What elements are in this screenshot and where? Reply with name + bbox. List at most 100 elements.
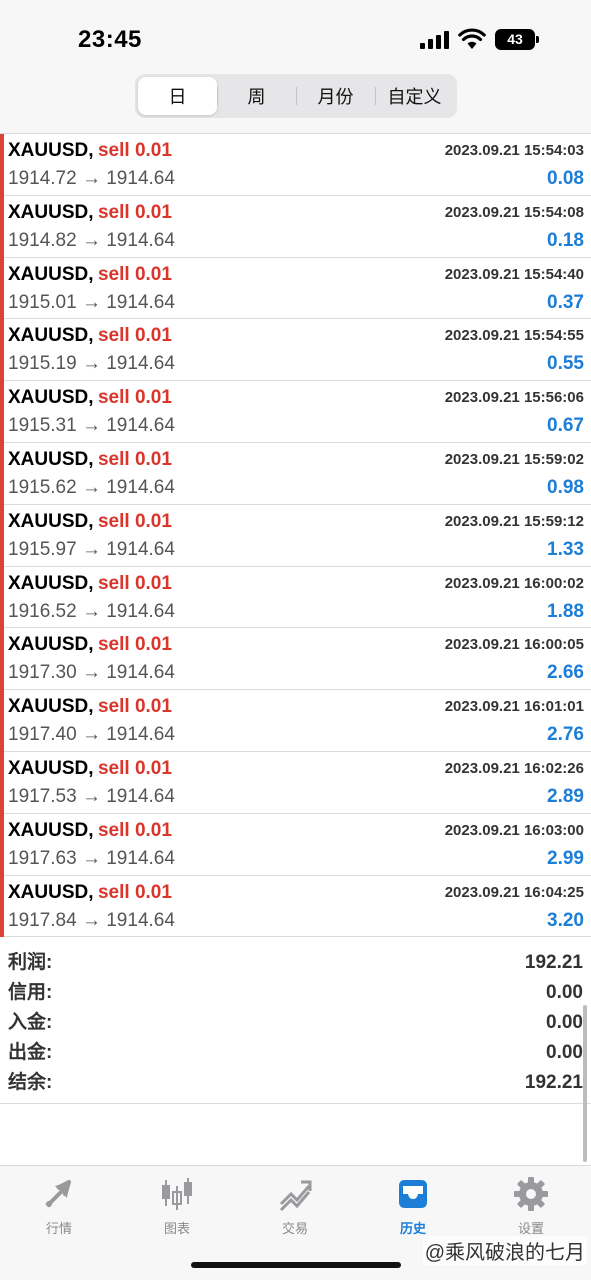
summary-profit: 利润: 192.21 [0,948,591,978]
trade-datetime: 2023.09.21 15:54:03 [444,142,584,159]
trade-row[interactable]: XAUUSD, sell 0.01 2023.09.21 16:00:02 191… [0,566,591,629]
trade-symbol: XAUUSD, [8,757,94,779]
trade-prices: 1915.97 → 1914.64 [8,538,175,560]
trade-prices: 1914.82 → 1914.64 [8,229,175,251]
vertical-scrollbar[interactable] [583,1005,587,1162]
trade-profit: 0.67 [547,415,584,437]
summary-label: 信用: [8,982,53,1003]
tab-label: 交易 [281,1221,308,1236]
tab-label: 图表 [163,1221,190,1236]
trade-datetime: 2023.09.21 15:59:12 [444,512,584,530]
trade-side: sell 0.01 [97,387,172,409]
trade-profit: 1.33 [547,538,584,560]
tab-label: 行情 [45,1221,72,1236]
trade-row[interactable]: XAUUSD, sell 0.01 2023.09.21 16:00:05 191… [0,628,591,691]
summary-value: 192.21 [524,952,583,973]
summary-value: 0.00 [546,1042,583,1063]
tab-quotes[interactable]: 行情 [0,1176,118,1240]
trade-datetime: 2023.09.21 15:54:08 [444,203,584,221]
trade-symbol: XAUUSD, [8,263,94,285]
watermark-text: @乘风破浪的七月 [422,1236,587,1265]
wifi-icon [458,28,486,49]
gear-icon [514,1177,548,1211]
trade-prices: 1917.63 → 1914.64 [8,847,175,869]
trade-row[interactable]: XAUUSD, sell 0.01 2023.09.21 15:59:02 191… [0,442,591,505]
period-segmented-control: 日 周 月份 自定义 [135,74,457,118]
trade-datetime: 2023.09.21 16:04:25 [444,883,584,901]
trade-side: sell 0.01 [97,510,172,532]
tab-history[interactable]: 历史 [354,1176,472,1240]
trade-profit: 0.55 [547,353,584,375]
summary-label: 利润: [8,952,53,973]
tab-day[interactable]: 日 [138,77,217,115]
trade-row[interactable]: XAUUSD, sell 0.01 2023.09.21 15:54:03 191… [0,134,591,196]
summary-value: 0.00 [546,982,583,1003]
trade-prices: 1917.30 → 1914.64 [8,662,175,684]
trade-history-list: XAUUSD, sell 0.01 2023.09.21 15:54:03 191… [0,134,591,938]
trade-row[interactable]: XAUUSD, sell 0.01 2023.09.21 15:56:06 191… [0,381,591,443]
trade-datetime: 2023.09.21 16:03:00 [444,821,584,839]
trade-side: sell 0.01 [97,325,172,347]
trade-row[interactable]: XAUUSD, sell 0.01 2023.09.21 16:03:00 191… [0,813,591,876]
trade-row[interactable]: XAUUSD, sell 0.01 2023.09.21 16:04:25 191… [0,875,591,938]
trade-symbol: XAUUSD, [8,387,94,409]
trade-prices: 1917.40 → 1914.64 [8,724,175,746]
account-summary: 利润: 192.21 信用: 0.00 入金: 0.00 出金: 0.00 结余: 192… [0,948,591,1104]
trade-datetime: 2023.09.21 15:56:06 [444,389,584,407]
trade-datetime: 2023.09.21 15:54:40 [444,265,584,283]
trade-datetime: 2023.09.21 16:02:26 [444,759,584,777]
history-inbox-icon [399,1180,427,1208]
summary-deposit: 入金: 0.00 [0,1008,591,1038]
trade-datetime: 2023.09.21 15:54:55 [444,327,584,345]
trade-prices: 1917.53 → 1914.64 [8,785,175,807]
trade-datetime: 2023.09.21 16:00:02 [444,574,584,592]
trade-prices: 1915.62 → 1914.64 [8,476,175,498]
trade-symbol: XAUUSD, [8,634,94,656]
trade-profit: 0.18 [547,229,584,251]
trade-side: sell 0.01 [97,634,172,656]
summary-value: 192.21 [524,1072,583,1093]
trade-side: sell 0.01 [97,201,172,223]
trade-symbol: XAUUSD, [8,510,94,532]
top-header: 23:45 43 日 周 月份 自定义 [0,0,591,134]
trade-row[interactable]: XAUUSD, sell 0.01 2023.09.21 16:02:26 191… [0,751,591,814]
battery-icon: 43 [495,29,539,50]
trade-side: sell 0.01 [97,263,172,285]
trade-side: sell 0.01 [97,819,172,841]
trade-row[interactable]: XAUUSD, sell 0.01 2023.09.21 16:01:01 191… [0,690,591,752]
tab-label: 历史 [399,1221,426,1236]
tab-week[interactable]: 周 [217,77,296,115]
tab-trade[interactable]: 交易 [236,1176,354,1240]
trade-profit: 2.99 [547,847,584,869]
trade-symbol: XAUUSD, [8,881,94,903]
trade-prices: 1915.31 → 1914.64 [8,415,175,437]
trade-side: sell 0.01 [97,448,172,470]
trade-datetime: 2023.09.21 15:59:02 [444,450,584,468]
trade-symbol: XAUUSD, [8,201,94,223]
status-time: 23:45 [78,26,142,53]
summary-label: 出金: [8,1042,53,1063]
tab-chart[interactable]: 图表 [118,1176,236,1240]
trade-side: sell 0.01 [97,140,172,161]
trade-datetime: 2023.09.21 16:01:01 [444,698,584,716]
candlestick-chart-icon [162,1178,192,1210]
trade-profit: 0.37 [547,291,584,313]
trade-symbol: XAUUSD, [8,325,94,347]
tab-settings[interactable]: 设置 [472,1176,590,1240]
trade-prices: 1917.84 → 1914.64 [8,909,175,931]
trade-prices: 1914.72 → 1914.64 [8,168,175,189]
tab-custom[interactable]: 自定义 [375,77,454,115]
trade-profit: 0.98 [547,476,584,498]
trade-side: sell 0.01 [97,881,172,903]
trade-profit: 2.76 [547,724,584,746]
tab-month[interactable]: 月份 [296,77,375,115]
trade-prices: 1916.52 → 1914.64 [8,600,175,622]
trade-datetime: 2023.09.21 16:00:05 [444,636,584,654]
trade-row[interactable]: XAUUSD, sell 0.01 2023.09.21 15:59:12 191… [0,504,591,567]
trade-row[interactable]: XAUUSD, sell 0.01 2023.09.21 15:54:40 191… [0,257,591,320]
trade-row[interactable]: XAUUSD, sell 0.01 2023.09.21 15:54:08 191… [0,195,591,258]
trade-profit: 2.89 [547,785,584,807]
trade-profit: 2.66 [547,662,584,684]
trade-row[interactable]: XAUUSD, sell 0.01 2023.09.21 15:54:55 191… [0,319,591,382]
trade-side: sell 0.01 [97,757,172,779]
